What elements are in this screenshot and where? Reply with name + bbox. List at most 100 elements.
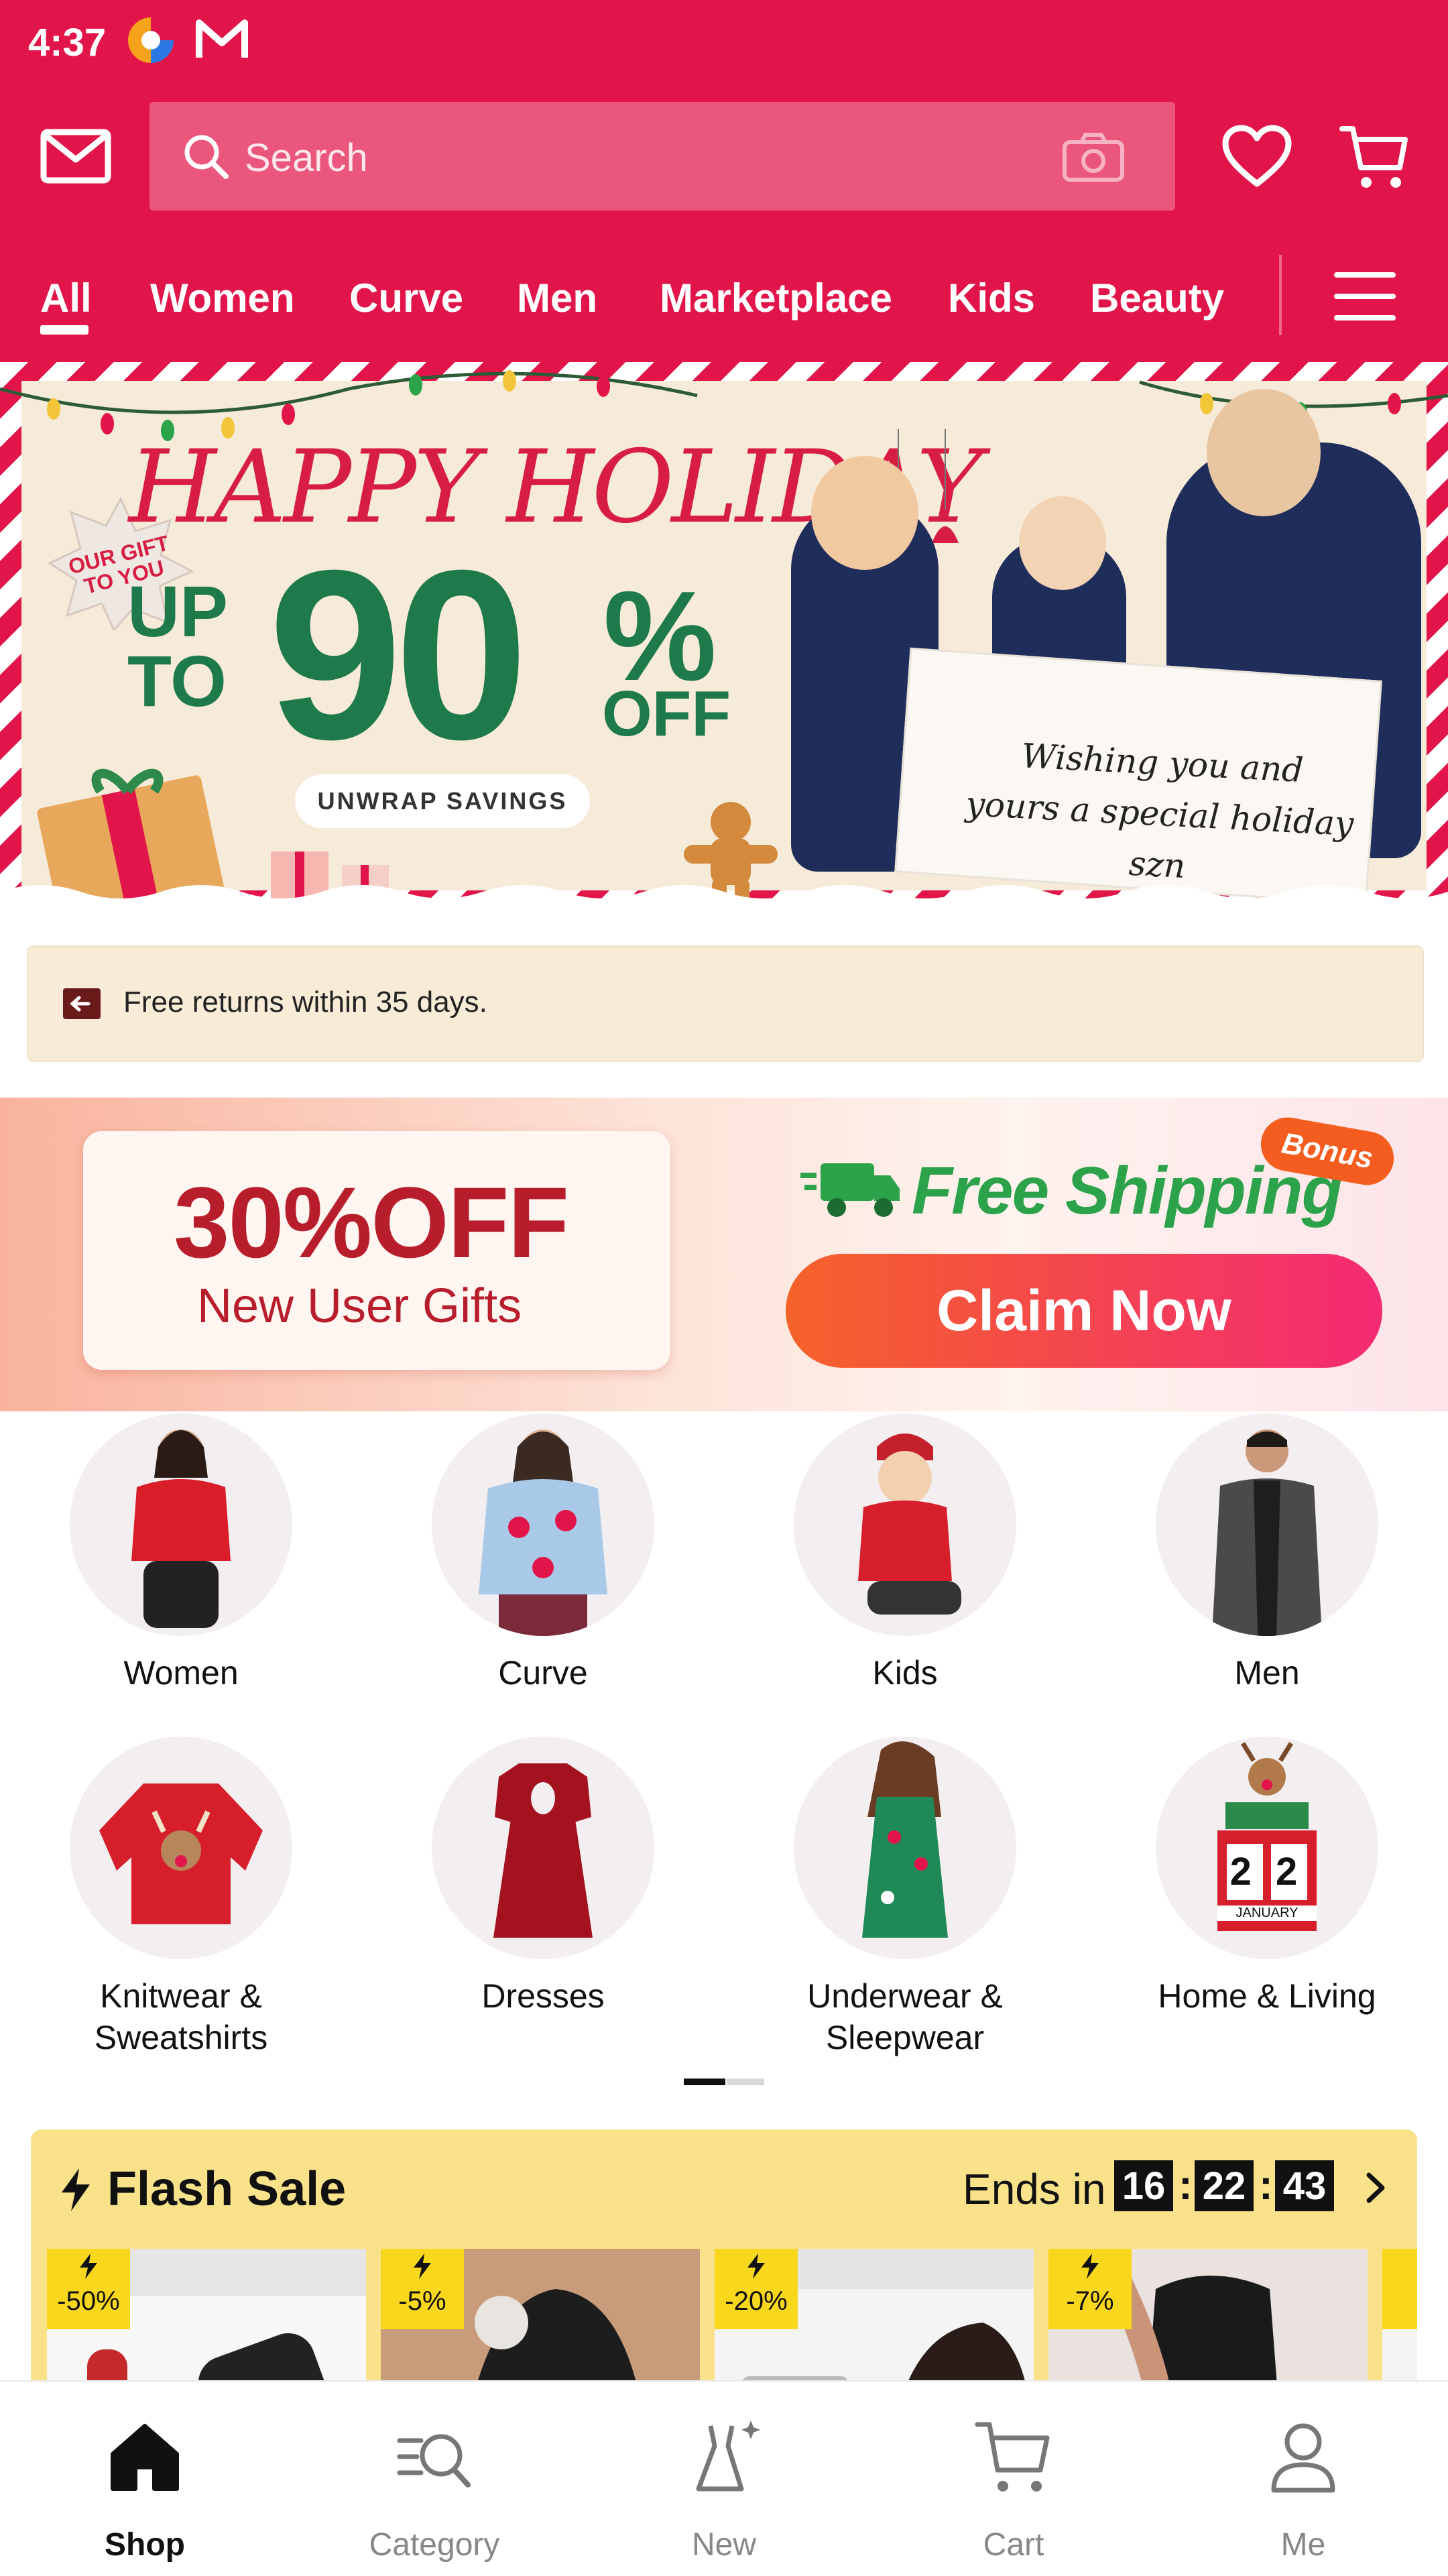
new-user-coupon[interactable]: 30%OFF New User Gifts	[83, 1131, 670, 1370]
tab-men[interactable]: Men	[517, 275, 597, 321]
hero-up-to: UP TO	[127, 571, 229, 721]
category-men[interactable]: Men	[1086, 1413, 1448, 1735]
timer-hours: 16	[1114, 2160, 1173, 2211]
category-curve[interactable]: Curve	[362, 1413, 724, 1735]
free-returns-notice[interactable]: Free returns within 35 days.	[27, 945, 1424, 1062]
coupon-value: 30%OFF	[174, 1166, 569, 1279]
tab-beauty[interactable]: Beauty	[1090, 275, 1224, 321]
category-kids-image	[794, 1413, 1016, 1636]
chevron-right-icon[interactable]	[1362, 2171, 1389, 2205]
hero-to-line: TO	[127, 640, 227, 721]
category-knitwear-sweatshirts[interactable]: Knitwear & Sweatshirts	[0, 1737, 362, 2058]
new-user-promo-banner[interactable]: 30%OFF New User Gifts Free Shipping Bonu…	[0, 1098, 1448, 1411]
search-placeholder: Search	[245, 136, 368, 180]
category-label: Curve	[498, 1654, 588, 1692]
category-underwear-sleepwear[interactable]: Underwear & Sleepwear	[724, 1737, 1086, 2058]
claim-now-button[interactable]: Claim Now	[786, 1254, 1382, 1368]
coupon-subtitle: New User Gifts	[197, 1279, 522, 1333]
category-label: Kids	[872, 1654, 938, 1692]
active-tab-indicator	[40, 325, 88, 335]
tab-marketplace[interactable]: Marketplace	[660, 275, 892, 321]
category-label: Underwear & Sleepwear	[807, 1977, 1003, 2056]
red-dress-image	[493, 1763, 593, 1938]
snow-edge-decoration	[0, 885, 1448, 909]
unwrap-savings-button[interactable]: UNWRAP SAVINGS	[295, 774, 590, 828]
category-dresses-image	[432, 1737, 654, 1959]
search-icon	[184, 135, 229, 179]
search-input[interactable]: Search	[149, 102, 1175, 211]
child-face-middle	[1019, 496, 1106, 590]
person-icon	[1271, 2423, 1335, 2493]
home-icon	[111, 2424, 179, 2491]
nav-cart[interactable]: Cart	[869, 2382, 1158, 2576]
browser-app-icon	[128, 17, 174, 63]
man-blazer-image	[1212, 1429, 1322, 1636]
nav-new[interactable]: New	[579, 2382, 869, 2576]
message-icon[interactable]	[40, 129, 111, 184]
category-home-living[interactable]: 2 2 JANUARY Home & Living	[1086, 1737, 1448, 2058]
tab-divider	[1279, 255, 1282, 335]
hero-off: OFF	[602, 678, 731, 750]
holiday-hero-banner[interactable]: OUR GIFT TO YOU HAPPY HOLIDAY UP TO 90 %…	[0, 362, 1448, 909]
reindeer-sweater-image	[99, 1783, 263, 1924]
category-curve-image	[432, 1413, 654, 1636]
dress-sparkle-icon	[696, 2420, 760, 2492]
adult-face-right	[1207, 389, 1321, 516]
category-page-indicator	[684, 2079, 764, 2085]
discount-value: -5%	[398, 2286, 446, 2316]
category-home-image: 2 2 JANUARY	[1156, 1737, 1378, 1959]
category-sleepwear-image	[794, 1737, 1016, 1959]
discount-badge: -20%	[715, 2249, 798, 2329]
wishlist-heart-icon[interactable]	[1221, 125, 1292, 189]
nav-label: Shop	[105, 2527, 185, 2563]
category-label: Knitwear & Sweatshirts	[94, 1977, 268, 2056]
camera-icon[interactable]	[1061, 131, 1126, 182]
discount-value: -7%	[1066, 2286, 1114, 2316]
lightning-icon	[62, 2168, 90, 2211]
timer-colon: :	[1259, 2162, 1273, 2209]
kid-sweater-image	[858, 1433, 961, 1615]
tab-kids[interactable]: Kids	[948, 275, 1035, 321]
tab-curve[interactable]: Curve	[349, 275, 463, 321]
tab-all[interactable]: All	[40, 275, 92, 321]
calendar-day: 2 2	[1229, 1850, 1305, 1893]
hero-up-line: UP	[127, 571, 229, 652]
green-slip-image	[862, 1741, 948, 1938]
cart-header-icon[interactable]	[1339, 123, 1409, 190]
flash-sale-title: Flash Sale	[107, 2162, 347, 2216]
mail-app-icon	[196, 19, 248, 58]
category-women[interactable]: Women	[0, 1413, 362, 1735]
timer-minutes: 22	[1195, 2160, 1254, 2211]
lightning-icon	[80, 2253, 97, 2279]
category-women-image	[70, 1413, 292, 1636]
discount-badge: -7%	[1048, 2249, 1132, 2329]
nav-label: New	[691, 2527, 757, 2563]
child-face-left	[811, 456, 918, 570]
category-knitwear-image	[70, 1737, 292, 1959]
bottom-navigation: Shop Category New Cart Me	[0, 2380, 1448, 2576]
nav-shop[interactable]: Shop	[0, 2382, 290, 2576]
status-notification-icons	[124, 13, 250, 67]
reindeer-calendar-image	[1217, 1742, 1317, 1931]
timer-seconds: 43	[1275, 2160, 1334, 2211]
nav-category[interactable]: Category	[290, 2382, 579, 2576]
nav-label: Me	[1280, 2527, 1326, 2563]
hero-percent-value: 90	[268, 520, 528, 790]
discount-badge: -50%	[47, 2249, 130, 2329]
timer-colon: :	[1179, 2162, 1193, 2209]
category-search-icon	[397, 2434, 471, 2487]
category-kids[interactable]: Kids	[724, 1413, 1086, 1735]
lightning-icon	[747, 2253, 765, 2279]
discount-value: -20%	[725, 2286, 788, 2316]
category-dresses[interactable]: Dresses	[362, 1737, 724, 2058]
discount-value: -50%	[57, 2286, 120, 2316]
discount-badge-partial	[1382, 2249, 1417, 2329]
menu-icon[interactable]	[1334, 270, 1396, 323]
greeting-card-text: Wishing you and yours a special holiday …	[934, 726, 1384, 902]
category-label: Women	[123, 1654, 239, 1692]
category-label: Dresses	[481, 1977, 605, 2015]
woman-red-top-image	[131, 1429, 231, 1628]
tab-women[interactable]: Women	[150, 275, 295, 321]
nav-me[interactable]: Me	[1158, 2382, 1448, 2576]
return-box-icon	[63, 988, 101, 1019]
